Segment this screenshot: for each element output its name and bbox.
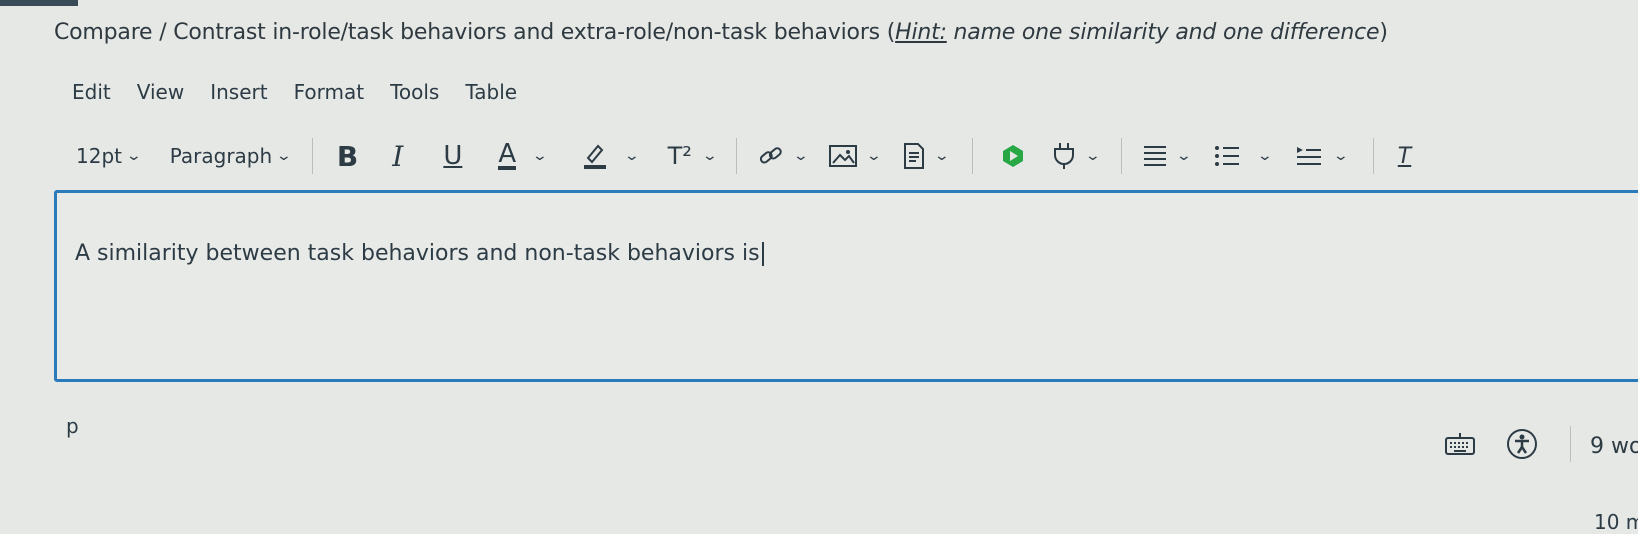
font-size-select[interactable]: 12pt ⌄ [76, 144, 143, 168]
superscript-button[interactable]: T² ⌄ [668, 142, 718, 170]
chevron-down-icon: ⌄ [275, 148, 293, 164]
keyboard-icon[interactable] [1444, 431, 1476, 457]
editor-toolbar: 12pt ⌄ Paragraph ⌄ B I U A ⌄ ⌄ T² ⌄ ⌄ ⌄ … [76, 136, 1411, 176]
editor-content[interactable]: A similarity between task behaviors and … [75, 241, 764, 266]
top-strip [0, 0, 78, 6]
minutes-label: 10 m [1594, 510, 1638, 534]
highlight-color-button[interactable]: ⌄ [582, 142, 640, 170]
word-count[interactable]: 9 wo [1590, 434, 1638, 459]
editor-menubar: Edit View Insert Format Tools Table [72, 80, 517, 104]
clear-format-button[interactable]: T [1398, 144, 1411, 169]
font-size-value: 12pt [76, 144, 122, 168]
menu-view[interactable]: View [137, 80, 184, 104]
chevron-down-icon: ⌄ [125, 148, 143, 164]
chevron-down-icon: ⌄ [866, 148, 883, 164]
question-hint: Hint: name one similarity and one differ… [895, 20, 1380, 45]
green-app-icon [1002, 145, 1023, 167]
italic-button[interactable]: I [392, 140, 403, 173]
menu-edit[interactable]: Edit [72, 80, 111, 104]
rich-text-editor[interactable]: A similarity between task behaviors and … [54, 190, 1638, 382]
apps-button[interactable] [1001, 143, 1025, 169]
status-divider [1570, 426, 1571, 462]
indent-button[interactable]: ⌄ [1295, 144, 1350, 168]
align-justify-icon [1143, 146, 1166, 166]
bullet-list-icon [1215, 146, 1240, 166]
plugin-button[interactable]: ⌄ [1051, 141, 1101, 171]
document-icon [904, 143, 925, 169]
accessibility-icon[interactable] [1506, 428, 1538, 460]
toolbar-divider [311, 138, 313, 174]
menu-format[interactable]: Format [294, 80, 364, 104]
toolbar-divider [971, 138, 973, 174]
image-icon [829, 145, 858, 167]
document-button[interactable]: ⌄ [902, 142, 951, 170]
element-path[interactable]: p [66, 414, 79, 438]
indent-icon [1297, 147, 1322, 165]
chevron-down-icon: ⌄ [1256, 148, 1274, 164]
toolbar-divider [735, 138, 737, 174]
question-text: Compare / Contrast in-role/task behavior… [54, 20, 896, 45]
toolbar-divider [1372, 138, 1374, 174]
highlighter-icon [583, 144, 606, 169]
menu-tools[interactable]: Tools [390, 80, 439, 104]
link-icon [759, 147, 782, 164]
menu-insert[interactable]: Insert [210, 80, 267, 104]
chevron-down-icon: ⌄ [1084, 148, 1101, 164]
text-color-button[interactable]: A ⌄ [498, 141, 549, 170]
toolbar-divider [1120, 138, 1122, 174]
chevron-down-icon: ⌄ [701, 148, 718, 164]
chevron-down-icon: ⌄ [933, 148, 951, 164]
image-button[interactable]: ⌄ [828, 143, 883, 169]
bold-button[interactable]: B [337, 140, 358, 173]
chevron-down-icon: ⌄ [623, 148, 640, 164]
chevron-down-icon: ⌄ [792, 148, 809, 164]
plug-icon [1053, 143, 1074, 169]
chevron-down-icon: ⌄ [1332, 148, 1350, 164]
menu-table[interactable]: Table [465, 80, 517, 104]
text-caret [761, 242, 764, 266]
chevron-down-icon: ⌄ [531, 148, 549, 164]
align-button[interactable]: ⌄ [1142, 144, 1192, 168]
block-format-value: Paragraph [169, 144, 273, 168]
list-button[interactable]: ⌄ [1213, 144, 1274, 168]
block-format-select[interactable]: Paragraph ⌄ [169, 144, 293, 168]
underline-button[interactable]: U [443, 141, 462, 171]
status-icons [1444, 428, 1538, 460]
link-button[interactable]: ⌄ [757, 142, 809, 170]
chevron-down-icon: ⌄ [1175, 148, 1192, 164]
question-prompt: Compare / Contrast in-role/task behavior… [54, 20, 1388, 45]
